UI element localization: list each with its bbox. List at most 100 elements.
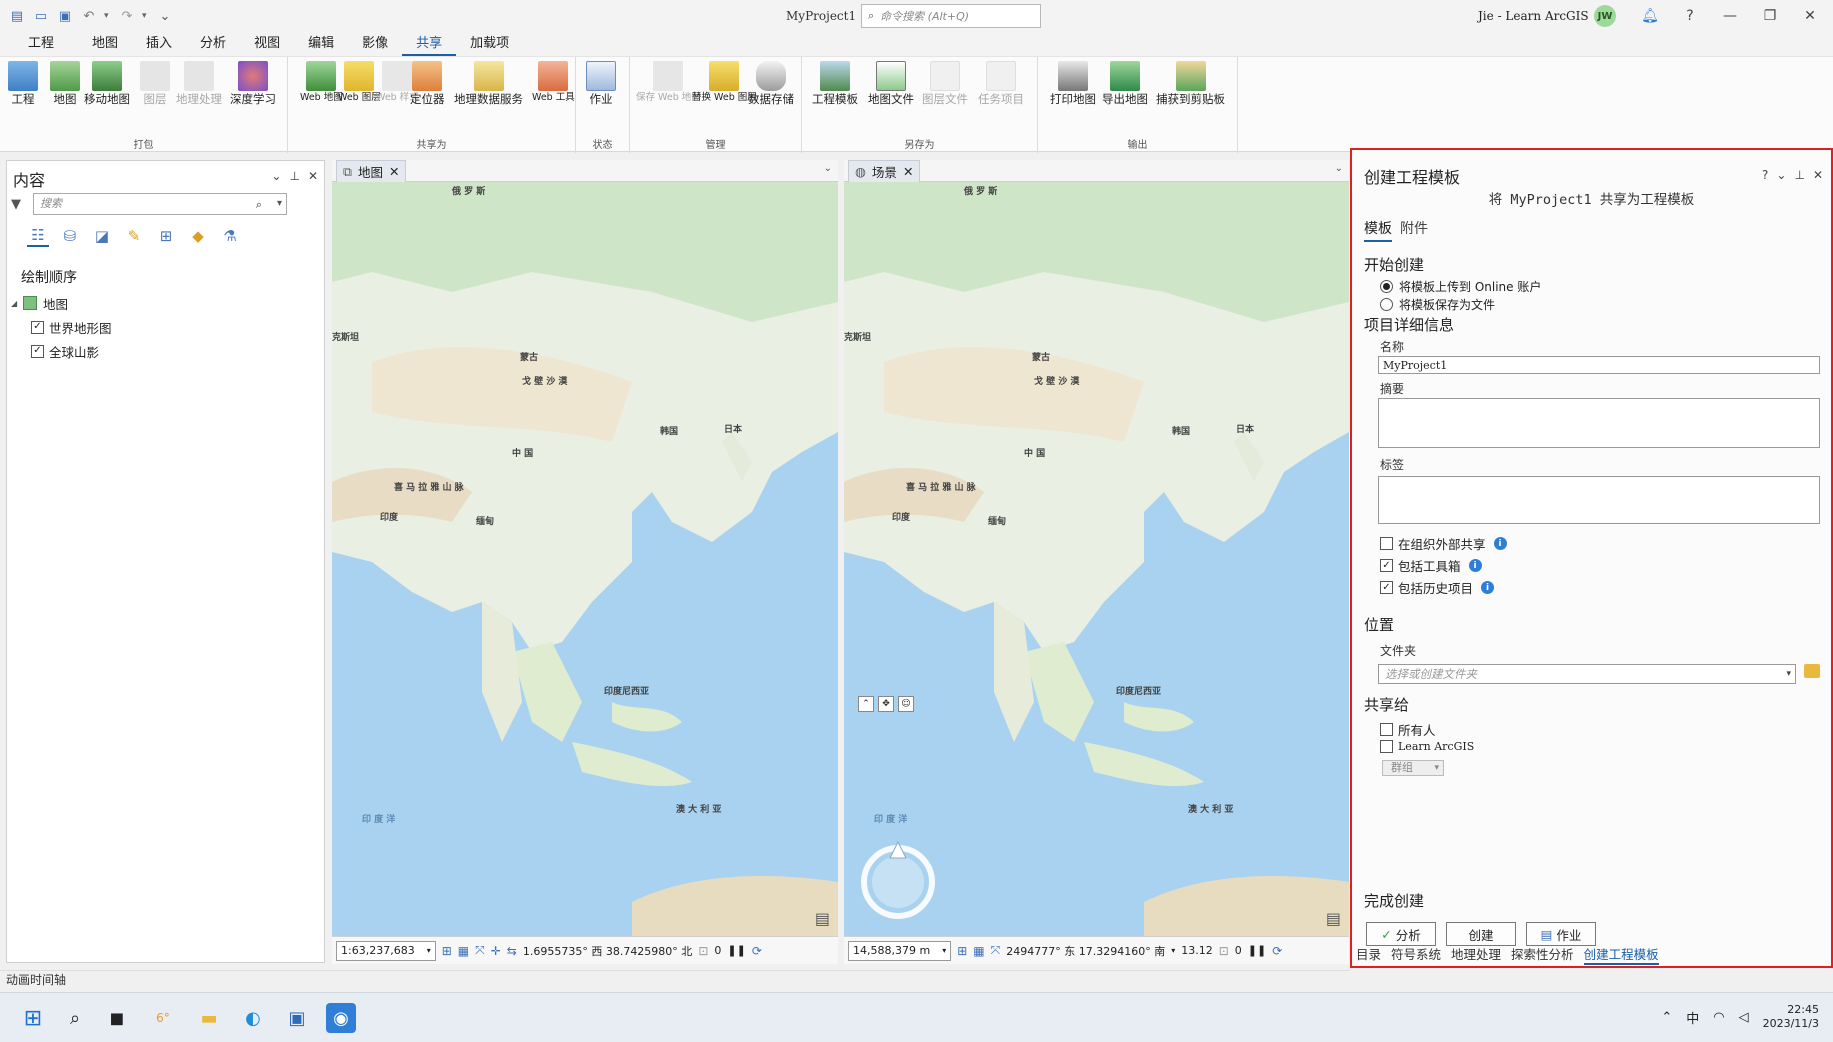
chevron-down-icon[interactable]: ⌄	[1335, 163, 1343, 174]
command-search-input[interactable]: ⌕ 命令搜索 (Alt+Q)	[861, 4, 1041, 28]
radio-button[interactable]	[1380, 280, 1393, 293]
tab-symbology[interactable]: 符号系统	[1391, 944, 1441, 965]
customize-qat-icon[interactable]: ⌄	[156, 7, 174, 25]
tree-row-layer[interactable]: ✓ 世界地形图	[11, 315, 112, 339]
user-name[interactable]: Jie - Learn ArcGIS	[1478, 9, 1589, 23]
pin-icon[interactable]: ⊥	[289, 169, 299, 183]
refresh-icon[interactable]: ⟳	[1272, 944, 1282, 958]
radio-button[interactable]	[1380, 298, 1393, 311]
pin-icon[interactable]: ⊥	[1794, 168, 1804, 182]
analyze-button[interactable]: ✓ 分析	[1366, 922, 1436, 946]
list-by-labeling-icon[interactable]: ◆	[187, 225, 209, 247]
tab-analysis[interactable]: 分析	[186, 34, 240, 56]
open-project-icon[interactable]: ▭	[32, 7, 50, 25]
filter-icon[interactable]: ▼	[11, 197, 27, 212]
navigator-center[interactable]	[872, 856, 924, 908]
selection-count-icon[interactable]: ⊡	[698, 944, 708, 958]
edge-browser-icon[interactable]: ◐	[238, 1003, 268, 1033]
layer-file-button[interactable]: 图层文件	[922, 61, 968, 106]
start-icon[interactable]: ⊞	[18, 1003, 48, 1033]
tab-geoprocessing[interactable]: 地理处理	[1451, 944, 1501, 965]
volume-icon[interactable]: ◁	[1739, 1010, 1749, 1025]
name-field[interactable]: MyProject1	[1378, 356, 1820, 374]
print-map-button[interactable]: 打印地图	[1050, 61, 1096, 106]
notification-icon[interactable]: 🔔︎	[1630, 4, 1670, 28]
tab-create-project-template[interactable]: 创建工程模板	[1583, 944, 1659, 965]
web-map-button[interactable]: Web 地图	[300, 61, 343, 103]
close-tab-icon[interactable]: ✕	[389, 164, 399, 179]
help-icon[interactable]: ?	[1670, 4, 1710, 28]
jobs-button[interactable]: ▤ 作业	[1526, 922, 1596, 946]
zoom-to-extent-icon[interactable]: ⊞	[442, 944, 452, 958]
zoom-to-extent-icon[interactable]: ⊞	[957, 944, 967, 958]
tree-row-map[interactable]: ◢ 地图	[11, 291, 112, 315]
layer-package-button[interactable]: 图层	[140, 61, 170, 106]
locator-button[interactable]: 定位器	[410, 61, 445, 106]
basemap-gallery-icon[interactable]: ▤	[1326, 909, 1341, 928]
pause-icon[interactable]: ❚❚	[1248, 944, 1266, 957]
tab-project[interactable]: 工程	[14, 34, 68, 56]
radio-save-file[interactable]: 将模板保存为文件	[1380, 296, 1495, 313]
tab-catalog[interactable]: 目录	[1356, 944, 1381, 965]
geodata-service-button[interactable]: 地理数据服务	[454, 61, 523, 106]
list-by-drawing-order-icon[interactable]: ☷	[27, 225, 49, 247]
navigator-expand-icon[interactable]: ⌃	[858, 696, 874, 712]
list-by-source-icon[interactable]: ⛁	[59, 225, 81, 247]
avatar[interactable]: JW	[1594, 5, 1616, 27]
chevron-down-icon[interactable]: ▾	[1171, 946, 1175, 955]
selection-count-icon[interactable]: ⊡	[1219, 944, 1229, 958]
data-store-button[interactable]: 数据存储	[748, 61, 794, 106]
save-project-icon[interactable]: ▣	[56, 7, 74, 25]
web-layer-button[interactable]: Web 图层	[338, 61, 381, 103]
search-icon[interactable]: ⌕	[60, 1003, 90, 1033]
share-org-checkbox[interactable]	[1380, 740, 1393, 753]
list-by-perspective-icon[interactable]: ⚗	[219, 225, 241, 247]
chevron-down-icon[interactable]: ▾	[277, 194, 282, 214]
tags-field[interactable]	[1378, 476, 1820, 524]
groups-select[interactable]: 群组 ▾	[1382, 760, 1444, 776]
ime-indicator[interactable]: 中	[1686, 1008, 1699, 1027]
store-icon[interactable]: ▣	[282, 1003, 312, 1033]
pane-menu-icon[interactable]: ⌄	[1776, 168, 1786, 182]
geoprocessing-package-button[interactable]: 地理处理	[176, 61, 222, 106]
capture-clipboard-button[interactable]: 捕获到剪贴板	[1156, 61, 1225, 106]
close-icon[interactable]: ✕	[1790, 4, 1830, 28]
close-pane-icon[interactable]: ✕	[308, 169, 318, 183]
tab-map[interactable]: 地图	[78, 34, 132, 56]
list-by-snapping-icon[interactable]: ⊞	[155, 225, 177, 247]
basemap-gallery-icon[interactable]: ▤	[815, 909, 830, 928]
jobs-button[interactable]: 作业	[586, 61, 616, 106]
weather-icon[interactable]: 6°	[148, 1003, 178, 1033]
fixed-zoom-icon[interactable]: ⤧	[475, 943, 485, 958]
new-project-icon[interactable]: ▤	[8, 7, 26, 25]
chevron-down-icon[interactable]: ⌄	[824, 163, 832, 174]
include-history-option[interactable]: ✓ 包括历史项目 i	[1380, 578, 1495, 597]
layer-visibility-checkbox[interactable]: ✓	[31, 344, 44, 358]
share-outside-org-checkbox[interactable]	[1380, 537, 1393, 550]
close-tab-icon[interactable]: ✕	[903, 164, 913, 179]
mobile-map-button[interactable]: 移动地图	[84, 61, 130, 106]
wifi-icon[interactable]: ◠	[1713, 1010, 1724, 1025]
crosshair-icon[interactable]: ✛	[491, 944, 501, 958]
grid-icon[interactable]: ▦	[973, 944, 984, 958]
tray-expand-icon[interactable]: ⌃	[1661, 1010, 1672, 1025]
tab-insert[interactable]: 插入	[132, 34, 186, 56]
deep-learning-button[interactable]: 深度学习	[230, 61, 276, 106]
map-scale-select[interactable]: 1:63,237,683 ▾	[336, 940, 436, 961]
map-view[interactable]: 俄 罗 斯 蒙古 戈 壁 沙 漠 克斯坦 中 国 韩国 日本 喜 马 拉 雅 山…	[332, 182, 838, 936]
folder-select[interactable]: 选择或创建文件夹 ▾	[1378, 664, 1796, 684]
list-by-editing-icon[interactable]: ✎	[123, 225, 145, 247]
redo-dropdown-icon[interactable]: ▾	[142, 11, 150, 21]
full-extent-icon[interactable]: ✥	[878, 696, 894, 712]
contents-search-input[interactable]: 搜索 ⌕ ▾	[33, 193, 287, 215]
task-item-button[interactable]: 任务项目	[978, 61, 1024, 106]
package-project-button[interactable]: 工程	[8, 61, 38, 106]
tree-row-layer[interactable]: ✓ 全球山影	[11, 339, 112, 363]
include-history-checkbox[interactable]: ✓	[1380, 581, 1393, 594]
animation-timeline-tab[interactable]: 动画时间轴	[0, 970, 1350, 988]
clock[interactable]: 22:45 2023/11/3	[1763, 1003, 1819, 1031]
project-template-button[interactable]: 工程模板	[812, 61, 858, 106]
scene-scale-select[interactable]: 14,588,379 m ▾	[848, 940, 952, 961]
summary-field[interactable]	[1378, 398, 1820, 448]
tab-scene-view[interactable]: ◍ 场景 ✕	[848, 160, 921, 182]
